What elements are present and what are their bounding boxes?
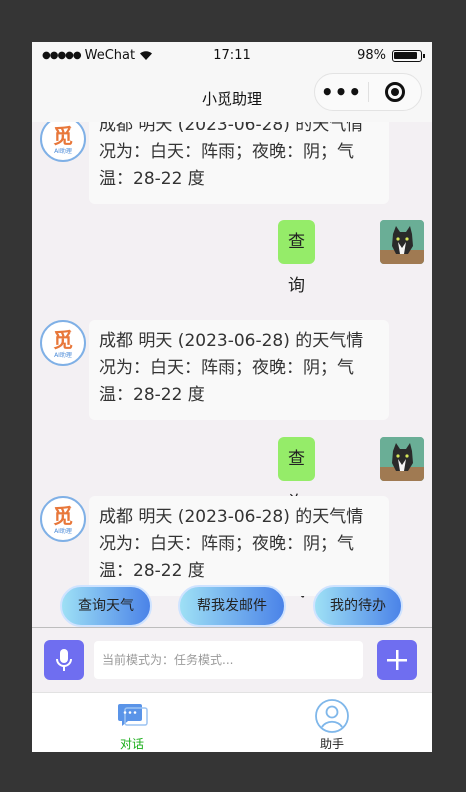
record-icon bbox=[384, 82, 405, 102]
plus-icon bbox=[387, 650, 407, 670]
user-message-text: 查询天气 bbox=[278, 220, 315, 384]
message-input[interactable] bbox=[94, 641, 363, 679]
user-avatar bbox=[380, 220, 424, 264]
input-bar bbox=[32, 627, 432, 692]
chat-history[interactable]: 觅 AI助理 成都 明天 (2023-06-28) 的天气情况为：白天：阵雨；夜… bbox=[32, 122, 432, 627]
tab-assistant-label: 助手 bbox=[319, 737, 344, 751]
bot-avatar: 觅 AI助理 bbox=[40, 496, 86, 542]
tab-assistant[interactable]: 助手 bbox=[232, 693, 432, 752]
bot-message-text: 成都 明天 (2023-06-28) 的天气情况为：白天：阵雨；夜晚：阴；气温：… bbox=[89, 122, 389, 204]
plus-button[interactable] bbox=[377, 640, 417, 680]
quick-action-todo[interactable]: 我的待办 bbox=[313, 585, 403, 627]
tab-bar: 对话 助手 bbox=[32, 692, 432, 752]
navigation-bar: 小觅助理 ••• bbox=[32, 72, 432, 122]
close-miniprogram-button[interactable] bbox=[369, 82, 421, 102]
battery-percent: 98% bbox=[357, 48, 386, 63]
bot-message-text: 成都 明天 (2023-06-28) 的天气情况为：白天：阵雨；夜晚：阴；气温：… bbox=[89, 496, 389, 596]
user-avatar bbox=[380, 437, 424, 481]
bot-avatar: 觅 AI助理 bbox=[40, 122, 86, 162]
user-message-text: 查询天气 bbox=[278, 437, 315, 601]
voice-button[interactable] bbox=[44, 640, 84, 680]
tab-chat[interactable]: 对话 bbox=[32, 693, 232, 752]
chat-bubble-icon bbox=[118, 704, 148, 726]
menu-capsule: ••• bbox=[314, 73, 422, 111]
tab-chat-label: 对话 bbox=[119, 737, 144, 751]
phone-screen: ●●●●● WeChat 17:11 98% 小觅助理 ••• 觅 AI助理 成… bbox=[32, 42, 432, 752]
user-profile-icon bbox=[315, 699, 349, 733]
status-bar: ●●●●● WeChat 17:11 98% bbox=[32, 42, 432, 72]
more-icon[interactable]: ••• bbox=[315, 73, 368, 111]
battery-icon bbox=[392, 49, 425, 62]
quick-action-email[interactable]: 帮我发邮件 bbox=[178, 585, 286, 627]
microphone-icon bbox=[56, 649, 72, 671]
bot-message-text: 成都 明天 (2023-06-28) 的天气情况为：白天：阵雨；夜晚：阴；气温：… bbox=[89, 320, 389, 420]
bot-avatar: 觅 AI助理 bbox=[40, 320, 86, 366]
quick-action-weather[interactable]: 查询天气 bbox=[60, 585, 152, 627]
